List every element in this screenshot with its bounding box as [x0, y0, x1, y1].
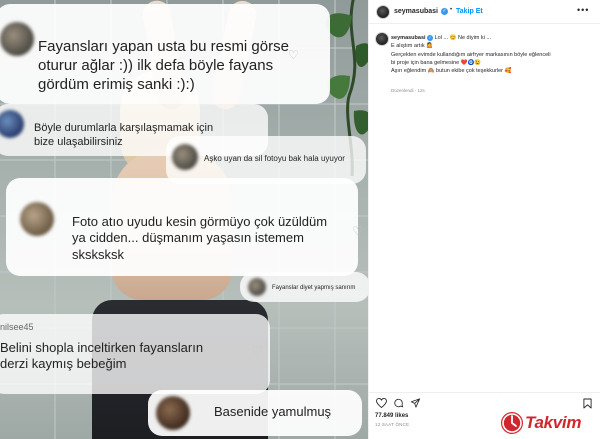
post-photo[interactable]: Fayansları yapan usta bu resmi görse otu… [0, 0, 368, 439]
edited-label: Düzenlendi · 12s [391, 88, 425, 93]
comment-bubble: nilsee45 Belini shopla inceltirken fayan… [0, 314, 270, 394]
commenter-avatar [172, 144, 198, 170]
watermark-logo-icon [501, 412, 523, 434]
comment-text: Aşko uyan da sil fotoyu bak hala uyuyor [204, 154, 345, 163]
comment-text: Belini shopla inceltirken fayansların de… [0, 340, 204, 372]
header-username[interactable]: seymasubasi [394, 8, 438, 15]
caption-line: E alıştım artık 🤷 [391, 43, 433, 50]
separator-dot: • [450, 7, 453, 13]
share-icon[interactable] [410, 398, 421, 408]
watermark: Takvim [501, 410, 597, 436]
commenter-avatar [156, 396, 190, 430]
comment-text: Basenide yamulmuş [214, 404, 332, 419]
caption-line: Aşırı eğlendim 🙈 butun ekibe çok teşekku… [391, 68, 512, 74]
commenter-avatar [20, 202, 54, 236]
comment-bubble: Foto atıo uyudu kesin görmüyo çok üzüldü… [6, 178, 363, 276]
caption-line: Lol ... 😊 Ne diyim ki ... [434, 35, 491, 41]
watermark-text: Takvim [525, 413, 582, 432]
heart-icon[interactable]: ♡ [252, 344, 263, 358]
post-time: 12 SAAT ÖNCE [375, 422, 410, 427]
comment-text: Foto atıo uyudu kesin görmüyo çok üzüldü… [72, 214, 328, 262]
verified-icon: ✓ [427, 34, 434, 41]
comment-bubble: Fayanslar diyet yapmış sanırım [240, 272, 368, 302]
commenter-avatar [0, 22, 34, 56]
more-options-icon[interactable]: ••• [577, 5, 589, 15]
avatar[interactable] [376, 5, 390, 19]
post-header: seymasubasi ✓ • Takip Et ••• [369, 0, 600, 24]
follow-button[interactable]: Takip Et [456, 8, 483, 15]
comment-bubble: Basenide yamulmuş [148, 390, 362, 436]
panel-divider [368, 0, 369, 439]
comment-text: Fayanslar diyet yapmış sanırım [272, 285, 356, 291]
comment-bubble: Fayansları yapan usta bu resmi görse otu… [0, 4, 330, 104]
verified-icon: ✓ [441, 8, 448, 15]
post-caption: seymasubasi ✓ Lol ... 😊 Ne diyim ki ... … [391, 34, 591, 75]
commenter-avatar [0, 110, 24, 138]
heart-icon[interactable] [376, 398, 387, 408]
comment-icon[interactable] [393, 398, 404, 408]
likes-count[interactable]: 77.849 likes [375, 413, 408, 419]
bookmark-icon[interactable] [583, 398, 592, 409]
comment-text: Fayansları yapan usta bu resmi görse otu… [38, 38, 289, 93]
heart-icon[interactable]: ♡ [352, 224, 363, 238]
commenter-avatar [248, 278, 266, 296]
caption-avatar[interactable] [375, 32, 389, 46]
heart-icon[interactable]: ♡ [288, 48, 299, 62]
comment-bubble: Aşko uyan da sil fotoyu bak hala uyuyor [166, 136, 366, 184]
comment-username: nilsee45 [0, 322, 34, 332]
caption-line: Gerçekten evimde kullandığım airfryer ma… [391, 51, 551, 58]
caption-line: bi proje için bana gelmesine ❤️🧿😉 [391, 59, 482, 66]
caption-username[interactable]: seymasubasi [391, 35, 426, 41]
